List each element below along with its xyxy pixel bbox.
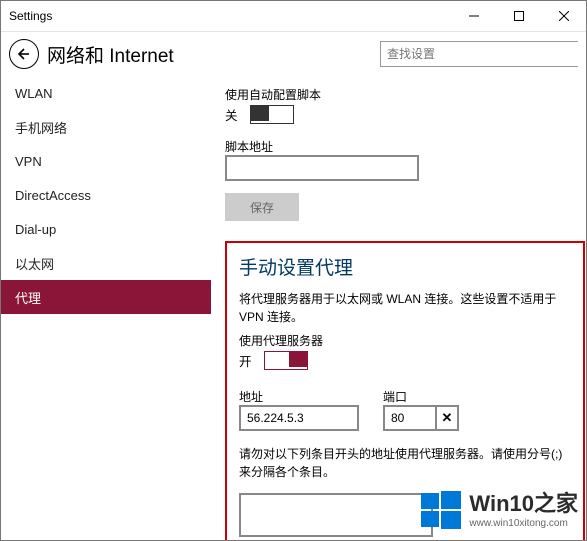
body: WLAN 手机网络 VPN DirectAccess Dial-up 以太网 代… xyxy=(1,76,586,541)
windows-logo-icon xyxy=(419,489,463,533)
sidebar-item-label: Dial-up xyxy=(15,222,56,237)
exceptions-input[interactable] xyxy=(239,493,433,537)
script-address-label: 脚本地址 xyxy=(225,138,585,155)
back-arrow-icon xyxy=(17,47,31,61)
toggle-knob xyxy=(251,106,269,121)
watermark-text: Win10之家 www.win10xitong.com xyxy=(469,493,578,529)
settings-window: Settings 网络和 Internet WLAN 手机网络 VPN Dire xyxy=(0,0,587,541)
port-label: 端口 xyxy=(383,388,459,405)
page-title: 网络和 Internet xyxy=(47,41,174,68)
clear-port-button[interactable]: ✕ xyxy=(437,405,459,431)
maximize-button[interactable] xyxy=(496,1,541,31)
watermark-url: www.win10xitong.com xyxy=(469,519,578,529)
auto-script-label: 使用自动配置脚本 xyxy=(225,86,585,103)
sidebar-item-label: DirectAccess xyxy=(15,188,91,203)
search-input[interactable] xyxy=(380,41,578,67)
sidebar-item-label: 以太网 xyxy=(15,254,54,273)
sidebar-item-directaccess[interactable]: DirectAccess xyxy=(1,178,211,212)
manual-desc: 将代理服务器用于以太网或 WLAN 连接。这些设置不适用于 VPN 连接。 xyxy=(239,290,571,326)
auto-script-toggle-row: 关 xyxy=(225,105,585,124)
exceptions-desc: 请勿对以下列条目开头的地址使用代理服务器。请使用分号(;)来分隔各个条目。 xyxy=(239,445,571,481)
back-button[interactable] xyxy=(9,39,39,69)
auto-toggle-state: 关 xyxy=(225,105,238,124)
watermark: Win10之家 www.win10xitong.com xyxy=(419,489,578,533)
minimize-icon xyxy=(469,11,479,21)
script-address-input[interactable] xyxy=(225,155,419,181)
sidebar-item-dialup[interactable]: Dial-up xyxy=(1,212,211,246)
address-col: 地址 xyxy=(239,382,359,431)
port-col: 端口 ✕ xyxy=(383,382,459,431)
manual-toggle-state: 开 xyxy=(239,351,252,370)
titlebar: Settings xyxy=(1,1,586,31)
close-button[interactable] xyxy=(541,1,586,31)
auto-save-button[interactable]: 保存 xyxy=(225,193,299,221)
sidebar-item-label: WLAN xyxy=(15,86,53,101)
window-buttons xyxy=(451,1,586,31)
port-input-wrap: ✕ xyxy=(383,405,459,431)
toggle-knob xyxy=(289,352,307,367)
auto-script-toggle[interactable] xyxy=(250,105,294,124)
use-proxy-label: 使用代理服务器 xyxy=(239,332,571,349)
sidebar-item-label: VPN xyxy=(15,154,42,169)
sidebar-item-wlan[interactable]: WLAN xyxy=(1,76,211,110)
maximize-icon xyxy=(514,11,524,21)
proxy-address-input[interactable] xyxy=(239,405,359,431)
sidebar-item-proxy[interactable]: 代理 xyxy=(1,280,211,314)
sidebar-item-label: 手机网络 xyxy=(15,118,67,137)
sidebar: WLAN 手机网络 VPN DirectAccess Dial-up 以太网 代… xyxy=(1,76,211,541)
window-title: Settings xyxy=(1,9,52,23)
proxy-port-input[interactable] xyxy=(383,405,437,431)
minimize-button[interactable] xyxy=(451,1,496,31)
address-port-row: 地址 端口 ✕ xyxy=(239,382,571,431)
content-area: 使用自动配置脚本 关 脚本地址 保存 手动设置代理 将代理服务器用于以太网或 W… xyxy=(211,76,586,541)
sidebar-item-cellular[interactable]: 手机网络 xyxy=(1,110,211,144)
watermark-title: Win10之家 xyxy=(469,493,578,515)
use-proxy-toggle[interactable] xyxy=(264,351,308,370)
address-label: 地址 xyxy=(239,388,359,405)
manual-section-title: 手动设置代理 xyxy=(239,253,571,280)
close-icon xyxy=(559,11,569,21)
header: 网络和 Internet xyxy=(1,31,586,76)
use-proxy-toggle-row: 开 xyxy=(239,351,571,370)
sidebar-item-vpn[interactable]: VPN xyxy=(1,144,211,178)
sidebar-item-ethernet[interactable]: 以太网 xyxy=(1,246,211,280)
content-inner: 使用自动配置脚本 关 脚本地址 保存 手动设置代理 将代理服务器用于以太网或 W… xyxy=(211,76,586,541)
close-icon: ✕ xyxy=(442,410,453,426)
sidebar-item-label: 代理 xyxy=(15,288,41,307)
